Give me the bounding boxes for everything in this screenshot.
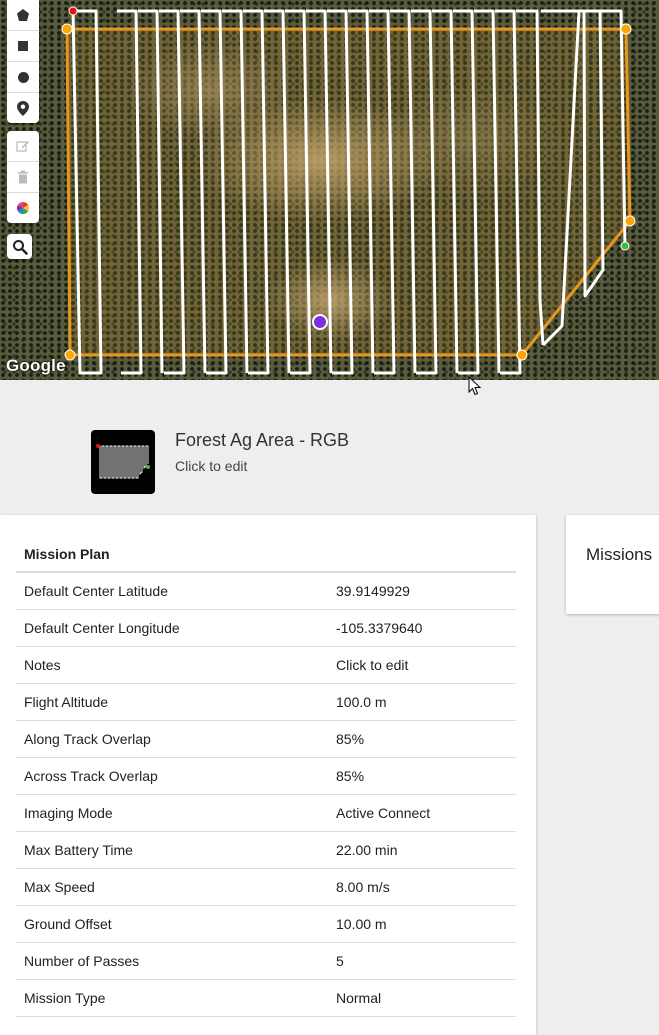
table-row: Along Track Overlap 85% xyxy=(16,720,516,758)
start-point-marker[interactable] xyxy=(68,6,78,16)
row-value[interactable]: Active Connect xyxy=(328,794,516,832)
google-attribution-logo: Google xyxy=(6,356,66,375)
missions-card: Missions xyxy=(566,515,659,614)
mission-thumbnail[interactable] xyxy=(91,430,155,494)
table-row: Default Center Longitude -105.3379640 xyxy=(16,609,516,647)
row-value[interactable]: 85% xyxy=(328,757,516,795)
row-label: Along Track Overlap xyxy=(16,720,328,758)
delete-layers-button[interactable] xyxy=(7,162,39,193)
marker-tool-button[interactable] xyxy=(7,93,39,123)
row-label: Default Center Latitude xyxy=(16,572,328,610)
marker-icon xyxy=(17,100,29,116)
vertex-marker[interactable] xyxy=(516,349,528,361)
map-view[interactable]: Google xyxy=(0,0,659,380)
row-value[interactable]: -105.3379640 xyxy=(328,609,516,647)
table-row: Max Battery Time 22.00 min xyxy=(16,831,516,869)
polygon-tool-button[interactable] xyxy=(7,0,39,31)
row-value[interactable]: 8.00 m/s xyxy=(328,868,516,906)
end-point-marker[interactable] xyxy=(620,241,630,251)
row-label: Default Center Longitude xyxy=(16,609,328,647)
row-label: Number of Passes xyxy=(16,942,328,980)
row-label: Max Speed xyxy=(16,868,328,906)
vertex-marker[interactable] xyxy=(64,349,76,361)
missions-heading: Missions xyxy=(586,545,653,564)
mission-plan-card: Mission Plan Default Center Latitude 39.… xyxy=(0,515,536,1035)
edit-toolbar xyxy=(7,131,39,223)
table-row: Across Track Overlap 85% xyxy=(16,757,516,795)
row-label: Notes xyxy=(16,646,328,684)
row-value[interactable]: 85% xyxy=(328,720,516,758)
edit-mission-link[interactable]: Click to edit xyxy=(175,458,247,474)
row-value[interactable]: 10.00 m xyxy=(328,905,516,943)
rectangle-icon xyxy=(18,41,28,51)
table-row: Flight Altitude 100.0 m xyxy=(16,683,516,721)
mission-plan-heading: Mission Plan xyxy=(16,537,328,573)
search-icon xyxy=(12,239,28,255)
color-picker-button[interactable] xyxy=(7,193,39,223)
mission-thumbnail-image xyxy=(96,444,150,479)
color-icon xyxy=(16,202,30,214)
circle-icon xyxy=(17,71,29,83)
row-label: Across Track Overlap xyxy=(16,757,328,795)
row-label: Imaging Mode xyxy=(16,794,328,832)
table-row: Mission Type Normal xyxy=(16,979,516,1017)
row-value[interactable]: 39.9149929 xyxy=(328,572,516,610)
row-label: Mission Type xyxy=(16,979,328,1017)
notes-edit-link[interactable]: Click to edit xyxy=(328,646,516,684)
row-label: Ground Offset xyxy=(16,905,328,943)
mission-plan-table: Mission Plan Default Center Latitude 39.… xyxy=(16,537,516,1017)
polygon-icon xyxy=(17,9,29,21)
center-point-marker[interactable] xyxy=(312,314,328,330)
edit-icon xyxy=(16,141,29,152)
row-value[interactable]: Normal xyxy=(328,979,516,1017)
draw-toolbar xyxy=(7,0,39,123)
table-row: Default Center Latitude 39.9149929 xyxy=(16,572,516,610)
table-row: Max Speed 8.00 m/s xyxy=(16,868,516,906)
row-label: Flight Altitude xyxy=(16,683,328,721)
rectangle-tool-button[interactable] xyxy=(7,31,39,62)
vertex-marker[interactable] xyxy=(620,23,632,35)
row-value[interactable]: 22.00 min xyxy=(328,831,516,869)
table-row: Number of Passes 5 xyxy=(16,942,516,980)
map-overlay xyxy=(61,6,636,375)
row-value[interactable]: 5 xyxy=(328,942,516,980)
table-row: Imaging Mode Active Connect xyxy=(16,794,516,832)
mission-header: Forest Ag Area - RGB Click to edit xyxy=(0,380,659,515)
circle-tool-button[interactable] xyxy=(7,62,39,93)
row-value[interactable]: 100.0 m xyxy=(328,683,516,721)
mission-plan-heading-spacer xyxy=(328,537,516,573)
vertex-marker[interactable] xyxy=(61,23,73,35)
table-header-row: Mission Plan xyxy=(16,537,516,573)
table-row: Ground Offset 10.00 m xyxy=(16,905,516,943)
vertex-marker[interactable] xyxy=(624,215,636,227)
map-search-button[interactable] xyxy=(7,234,32,259)
table-row: Notes Click to edit xyxy=(16,646,516,684)
edit-layers-button[interactable] xyxy=(7,131,39,162)
row-label: Max Battery Time xyxy=(16,831,328,869)
mission-title: Forest Ag Area - RGB xyxy=(175,430,350,450)
trash-icon xyxy=(18,170,28,184)
